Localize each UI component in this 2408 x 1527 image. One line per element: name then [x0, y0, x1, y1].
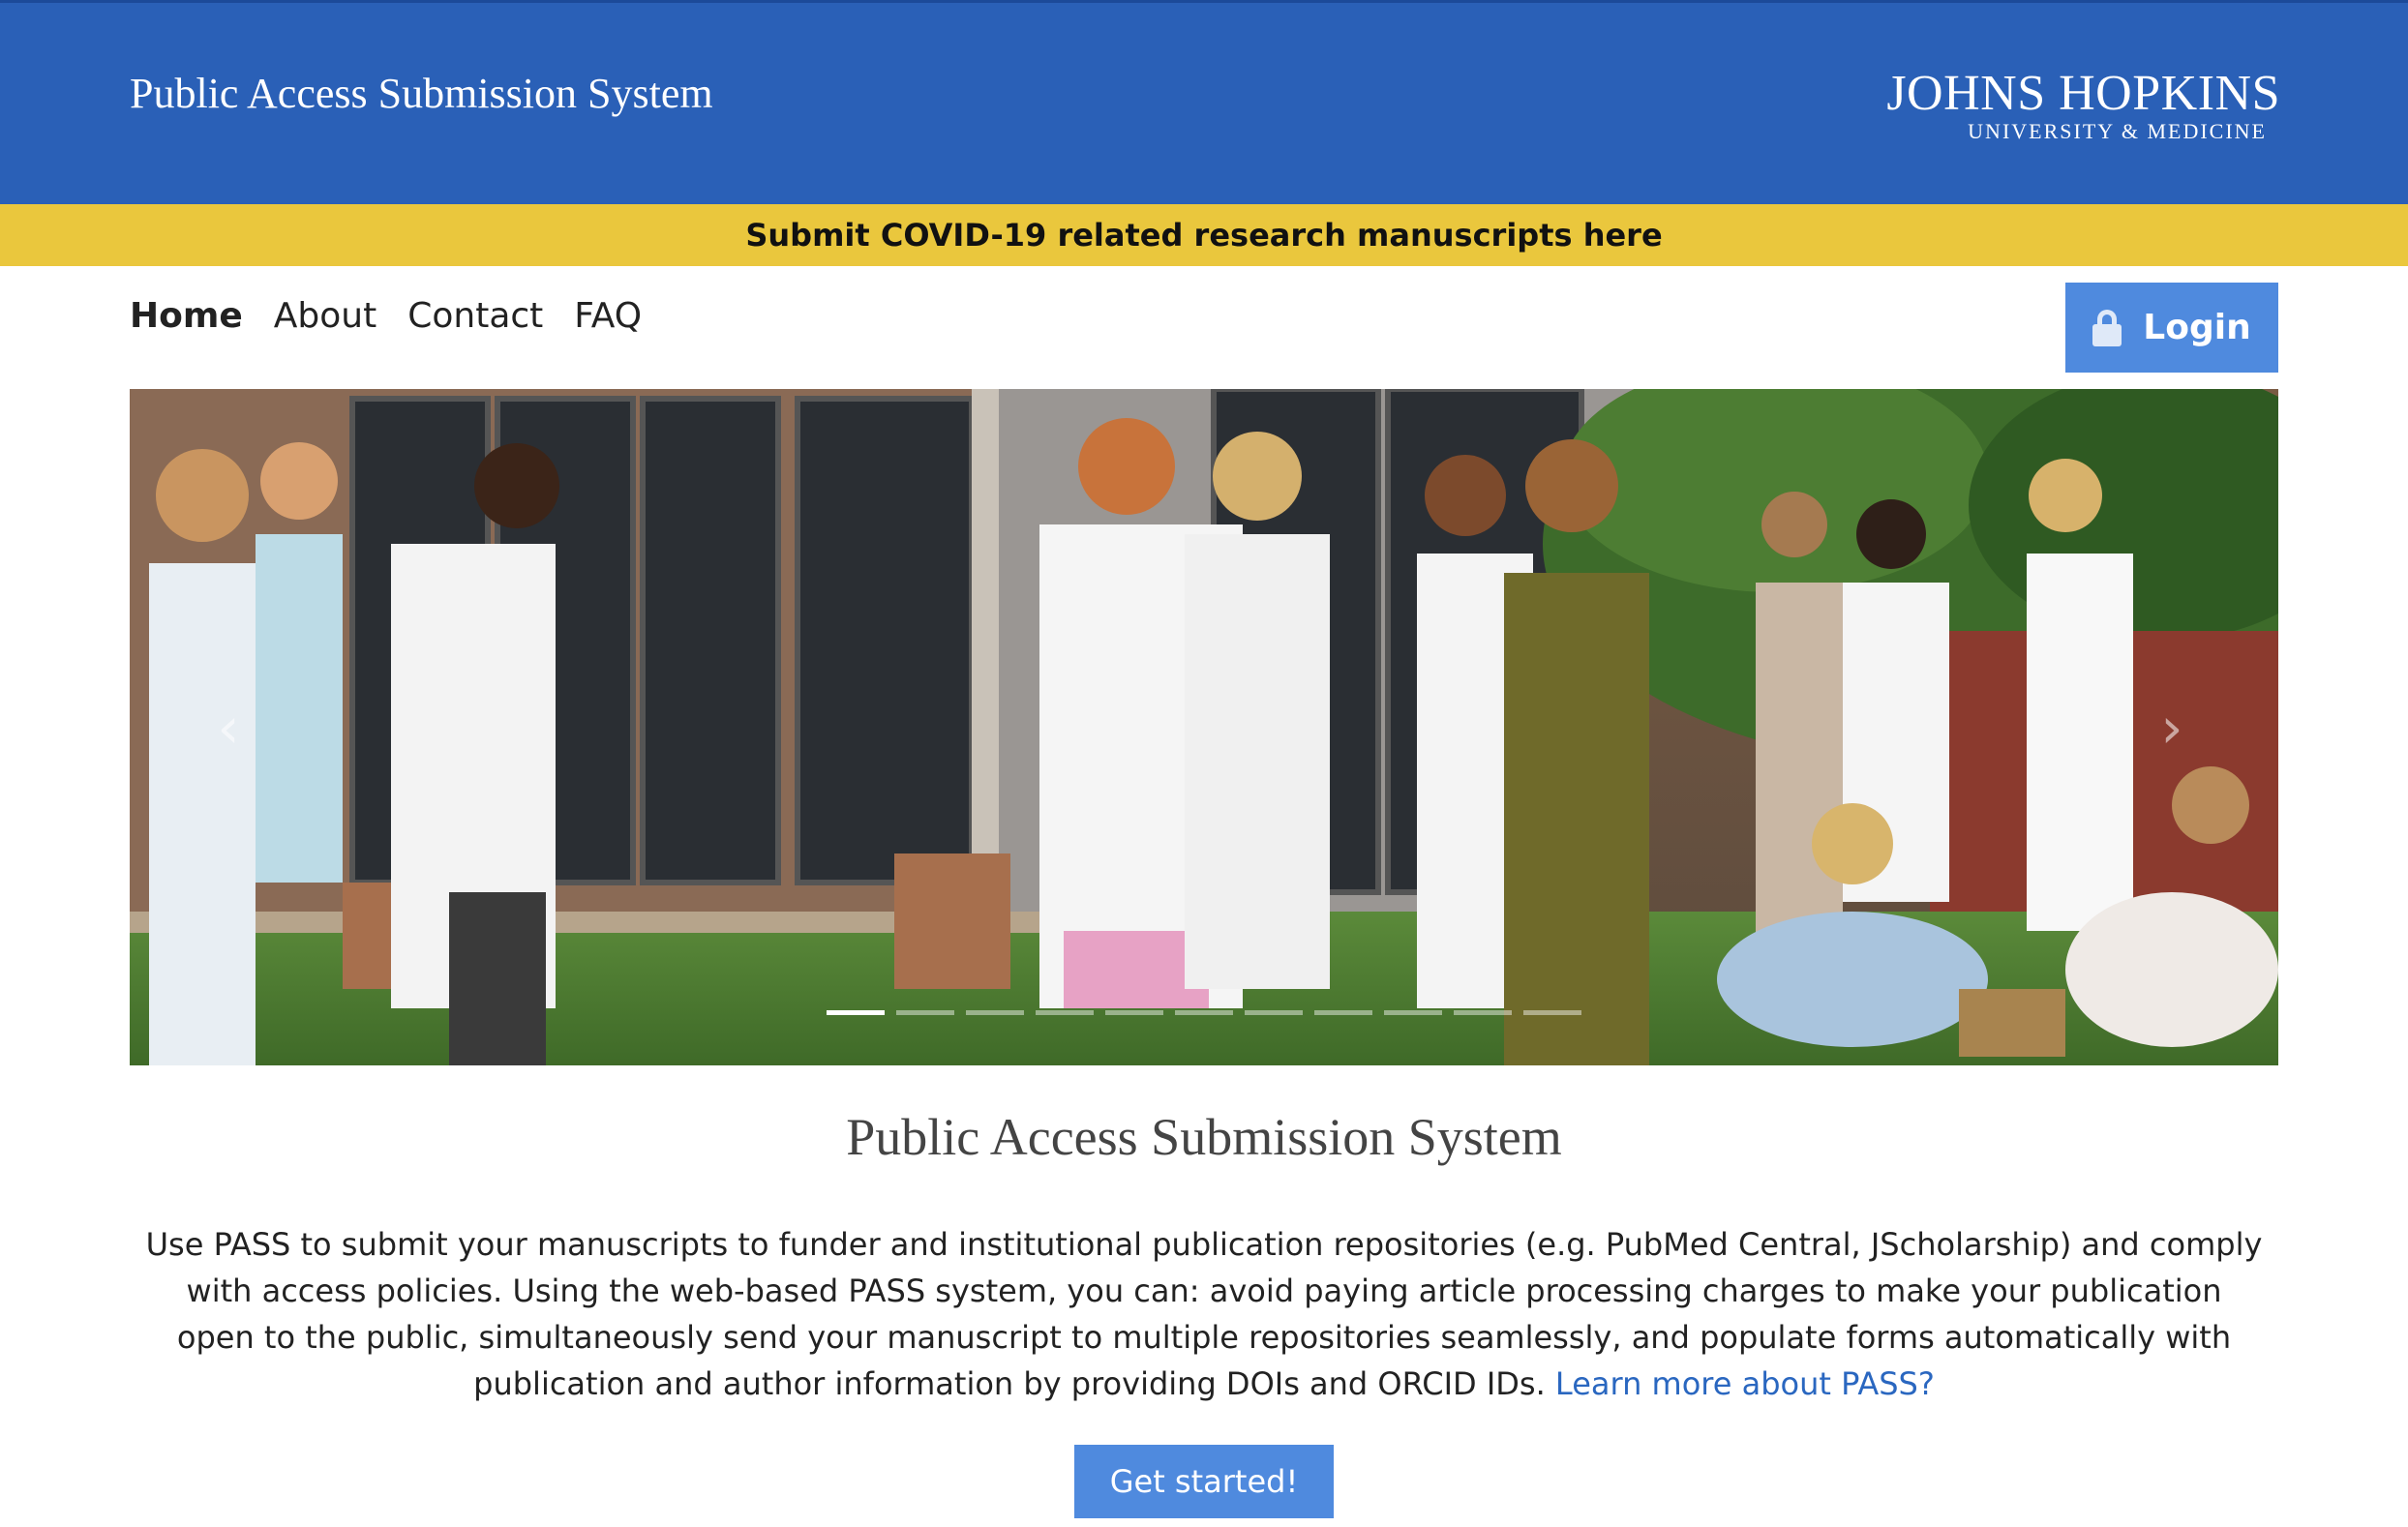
learn-more-link[interactable]: Learn more about PASS? [1555, 1365, 1935, 1402]
hero-image [130, 389, 2278, 1065]
login-label: Login [2143, 308, 2251, 347]
covid-banner: Submit COVID-19 related research manuscr… [0, 204, 2408, 266]
page-title: Public Access Submission System [846, 1108, 1562, 1166]
carousel-indicator[interactable] [966, 1010, 1024, 1015]
carousel-indicator[interactable] [1384, 1010, 1442, 1015]
carousel-indicator[interactable] [896, 1010, 954, 1015]
nav-faq[interactable]: FAQ [574, 296, 642, 350]
site-header: Public Access Submission System JOHNS HO… [0, 0, 2408, 204]
carousel-indicator[interactable] [827, 1010, 885, 1015]
carousel-indicator[interactable] [1105, 1010, 1163, 1015]
nav-contact[interactable]: Contact [407, 296, 543, 350]
intro-paragraph: Use PASS to submit your manuscripts to f… [145, 1221, 2263, 1407]
carousel-indicator[interactable] [1175, 1010, 1233, 1015]
chevron-left-icon[interactable]: ‹ [207, 699, 250, 757]
carousel-indicator[interactable] [1454, 1010, 1512, 1015]
logo-line1: JOHNS HOPKINS [1886, 66, 2280, 121]
logo-line2: UNIVERSITY & MEDICINE [1968, 119, 2267, 143]
carousel-indicator[interactable] [1314, 1010, 1372, 1015]
main-nav: Home About Contact FAQ [130, 296, 642, 350]
johns-hopkins-logo[interactable]: JOHNS HOPKINS UNIVERSITY & MEDICINE [1886, 65, 2280, 146]
intro-text: Use PASS to submit your manuscripts to f… [145, 1226, 2263, 1402]
nav-about[interactable]: About [274, 296, 376, 350]
covid-submit-link[interactable]: Submit COVID-19 related research manuscr… [745, 217, 1662, 254]
carousel-indicators [827, 1010, 1581, 1015]
chevron-right-icon[interactable]: › [2151, 699, 2193, 757]
carousel-indicator[interactable] [1523, 1010, 1581, 1015]
hero-carousel[interactable]: ‹ › [130, 389, 2278, 1065]
lock-icon [2092, 309, 2122, 346]
carousel-indicator[interactable] [1245, 1010, 1303, 1015]
get-started-button[interactable]: Get started! [1074, 1445, 1334, 1518]
carousel-indicator[interactable] [1036, 1010, 1094, 1015]
nav-home[interactable]: Home [130, 296, 243, 350]
site-title[interactable]: Public Access Submission System [130, 69, 713, 118]
login-button[interactable]: Login [2065, 283, 2278, 373]
